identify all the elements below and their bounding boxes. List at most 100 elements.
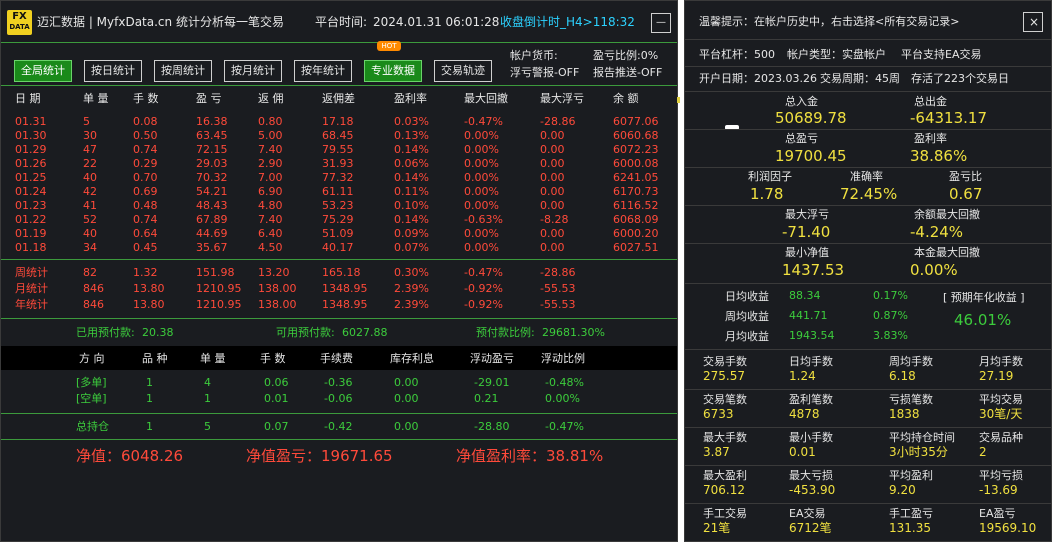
daily-cell: 40 (83, 227, 97, 240)
position-header-4: 手续费 (320, 352, 353, 365)
close-icon: × (1029, 15, 1040, 29)
daily-cell: 31.93 (322, 157, 354, 170)
accuracy: 72.45% (840, 185, 898, 203)
daily-cell: 0.74 (133, 213, 158, 226)
report-push[interactable]: 报告推送-OFF (593, 66, 662, 80)
trading-period: 交易周期：45周 (820, 72, 900, 85)
stat-label: 平均交易 (979, 393, 1023, 406)
tab-0[interactable]: 全局统计 (14, 60, 72, 82)
divider (685, 205, 1051, 206)
daily-cell: 0.70 (133, 171, 158, 184)
tip-text: 温馨提示：在帐户历史中，右击选择<所有交易记录> (699, 15, 960, 28)
total-cell: 0.07 (264, 420, 289, 433)
float-loss-alert[interactable]: 浮亏警报-OFF (510, 66, 579, 80)
summary-cell: 1.32 (133, 266, 158, 279)
daily-cell: -28.86 (540, 115, 576, 128)
daily-cell: 51.09 (322, 227, 354, 240)
tab-4[interactable]: 按年统计 (294, 60, 352, 82)
accuracy-label: 准确率 (850, 170, 883, 183)
divider (685, 243, 1051, 244)
daily-cell: 0.00% (464, 171, 499, 184)
daily-cell: 0.10% (394, 199, 429, 212)
daily-cell: 52 (83, 213, 97, 226)
daily-cell: 0.64 (133, 227, 158, 240)
min-equity: 1437.53 (782, 261, 845, 279)
summary-cell: 13.80 (133, 298, 165, 311)
stat-label: 平均持仓时间 (889, 431, 955, 444)
stat-value: 6733 (703, 407, 734, 421)
stat-label: 手工盈亏 (889, 507, 933, 520)
daily-cell: 6241.05 (613, 171, 659, 184)
daily-cell: 4.50 (258, 241, 283, 254)
daily-cell: 0.00 (540, 143, 565, 156)
stat-value: 6712笔 (789, 521, 832, 535)
total-withdraw-label: 总出金 (914, 95, 947, 108)
position-cell: 0.06 (264, 376, 289, 389)
daily-cell: 6000.20 (613, 227, 659, 240)
daily-cell: 01.18 (15, 241, 47, 254)
annual-return: 46.01% (954, 311, 1012, 329)
open-date: 开户日期：2023.03.26 (699, 72, 817, 85)
pl-ratio-label: 盈亏比 (949, 170, 982, 183)
total-cell: -28.80 (474, 420, 510, 433)
tab-2[interactable]: 按周统计 (154, 60, 212, 82)
daily-cell: 01.29 (15, 143, 47, 156)
daily-cell: 0.00 (540, 199, 565, 212)
position-cell: 1 (204, 392, 211, 405)
used-prepay-label: 已用预付款: (76, 326, 135, 339)
daily-header-3: 盈 亏 (196, 92, 222, 105)
daily-header-6: 盈利率 (394, 92, 427, 105)
summary-cell: 周统计 (15, 266, 48, 279)
daily-cell: 0.14% (394, 213, 429, 226)
stat-value: 6.18 (889, 369, 916, 383)
daily-cell: 01.26 (15, 157, 47, 170)
daily-cell: 0.00% (464, 227, 499, 240)
tab-1[interactable]: 按日统计 (84, 60, 142, 82)
weekly-avg-label: 周均收益 (725, 310, 769, 323)
stat-label: 月均手数 (979, 355, 1023, 368)
daily-cell: 61.11 (322, 185, 354, 198)
stat-label: EA交易 (789, 507, 826, 520)
daily-header-7: 最大回撤 (464, 92, 508, 105)
divider (685, 503, 1051, 504)
stat-value: 0.01 (789, 445, 816, 459)
summary-cell: -0.92% (464, 298, 503, 311)
daily-cell: 30 (83, 129, 97, 142)
daily-cell: 0.00 (540, 129, 565, 142)
divider (1, 259, 677, 260)
stat-label: 交易笔数 (703, 393, 747, 406)
daily-cell: 01.30 (15, 129, 47, 142)
minimize-button[interactable]: — (651, 13, 671, 33)
daily-cell: 44.69 (196, 227, 228, 240)
principal-max-drawdown-label: 本金最大回撤 (914, 246, 980, 259)
stat-value: 4878 (789, 407, 820, 421)
summary-cell: 1210.95 (196, 282, 242, 295)
daily-cell: 6170.73 (613, 185, 659, 198)
tab-5[interactable]: 专业数据 (364, 60, 422, 82)
hot-badge: HOT (377, 41, 401, 51)
app-root: FX DATA 迈汇数据 | MyfxData.cn 统计分析每一笔交易 平台时… (0, 0, 1057, 542)
stat-value: 27.19 (979, 369, 1014, 383)
tab-3[interactable]: 按月统计 (224, 60, 282, 82)
daily-cell: -8.28 (540, 213, 569, 226)
scroll-handle[interactable] (677, 97, 680, 103)
available-prepay-value: 6027.88 (342, 326, 388, 339)
daily-cell: 01.23 (15, 199, 47, 212)
daily-cell: 6116.52 (613, 199, 659, 212)
profit-factor: 1.78 (750, 185, 784, 203)
daily-cell: 40.17 (322, 241, 354, 254)
summary-cell: 1210.95 (196, 298, 242, 311)
stat-value: 3小时35分 (889, 445, 948, 459)
used-prepay-value: 20.38 (142, 326, 174, 339)
available-prepay-label: 可用预付款: (276, 326, 335, 339)
daily-cell: 53.23 (322, 199, 354, 212)
account-currency: 帐户货币: (510, 49, 558, 62)
close-button[interactable]: × (1023, 12, 1043, 32)
tab-6[interactable]: 交易轨迹 (434, 60, 492, 82)
daily-cell: 0.00% (464, 129, 499, 142)
weekly-avg-pct: 0.87% (873, 309, 908, 322)
stat-label: 日均手数 (789, 355, 833, 368)
prepay-ratio-label: 预付款比例: (476, 326, 535, 339)
position-cell: 0.00 (394, 376, 419, 389)
position-cell: 0.00 (394, 392, 419, 405)
